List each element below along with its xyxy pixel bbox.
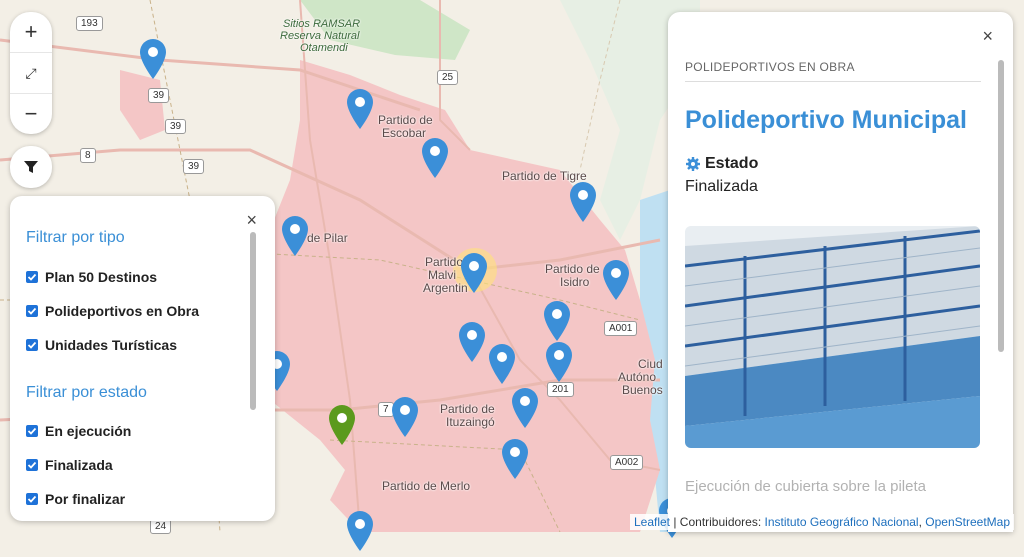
map-marker[interactable] — [345, 88, 375, 130]
filter-button[interactable] — [10, 146, 52, 188]
filter-option-label: En ejecución — [45, 423, 132, 439]
map-label-pilar: de Pilar — [307, 231, 348, 245]
filter-option-label: Finalizada — [45, 457, 113, 473]
map-marker[interactable] — [345, 510, 375, 552]
map-label-ciudad-2: Autóno — [618, 370, 657, 384]
map-marker[interactable] — [542, 300, 572, 342]
checkbox-checked-icon[interactable] — [26, 459, 38, 471]
map-label-escobar-1: Partido de — [378, 113, 433, 127]
map-label-isidro-1: Partido de — [545, 262, 600, 276]
info-panel-close-button[interactable]: × — [982, 26, 993, 47]
estado-label: Estado — [705, 155, 759, 172]
map-marker[interactable] — [390, 396, 420, 438]
checkbox-checked-icon[interactable] — [26, 271, 38, 283]
map-label-isidro-2: Isidro — [560, 275, 590, 289]
osm-link[interactable]: OpenStreetMap — [925, 515, 1010, 529]
attribution-sep: | Contribuidores: — [670, 515, 765, 529]
map-marker[interactable] — [280, 215, 310, 257]
map-label-sitios-ramsar: Sitios RAMSAR — [283, 18, 361, 30]
filter-option-plan-50[interactable]: Plan 50 Destinos — [26, 269, 157, 285]
map-marker[interactable] — [457, 321, 487, 363]
estado-value: Finalizada — [685, 178, 758, 195]
map-marker[interactable] — [568, 181, 598, 223]
checkbox-checked-icon[interactable] — [26, 339, 38, 351]
map-marker-green[interactable] — [327, 404, 357, 446]
map-label-otamendi: Otamendi — [300, 42, 348, 54]
checkbox-checked-icon[interactable] — [26, 425, 38, 437]
filter-option-unidades[interactable]: Unidades Turísticas — [26, 337, 177, 353]
map-marker[interactable] — [138, 38, 168, 80]
checkbox-checked-icon[interactable] — [26, 305, 38, 317]
info-panel-scrollbar[interactable] — [998, 60, 1004, 352]
route-shield: 39 — [183, 159, 205, 174]
estado-heading: Estado — [685, 155, 758, 173]
route-shield: A002 — [610, 455, 644, 470]
map-attribution: Leaflet | Contribuidores: Instituto Geog… — [629, 514, 1014, 530]
map-label-reserva: Reserva Natural — [280, 30, 360, 42]
polideportivo-photo — [685, 226, 980, 448]
info-description: Ejecución de cubierta sobre la pileta — [685, 478, 926, 495]
route-shield: 8 — [80, 148, 96, 163]
filter-panel: × Filtrar por tipo Plan 50 Destinos Poli… — [10, 196, 275, 521]
route-shield: 25 — [437, 70, 459, 85]
filter-tipo-heading: Filtrar por tipo — [26, 229, 125, 246]
route-shield: 193 — [76, 16, 103, 31]
filter-option-en-ejecucion[interactable]: En ejecución — [26, 423, 131, 439]
checkbox-checked-icon[interactable] — [26, 493, 38, 505]
info-category: POLIDEPORTIVOS EN OBRA — [685, 60, 855, 74]
map-marker[interactable] — [459, 252, 489, 294]
map-label-ciudad-3: Buenos — [622, 383, 663, 397]
info-title: Polideportivo Municipal — [685, 106, 967, 134]
filter-icon — [24, 161, 38, 173]
filter-option-finalizada[interactable]: Finalizada — [26, 457, 113, 473]
filter-panel-close-button[interactable]: × — [246, 210, 257, 231]
map-label-malvinas-1: Partido — [425, 255, 464, 269]
route-shield: 201 — [547, 382, 574, 397]
filter-estado-heading: Filtrar por estado — [26, 384, 147, 401]
filter-option-label: Polideportivos en Obra — [45, 303, 200, 319]
map-marker[interactable] — [601, 259, 631, 301]
filter-panel-scrollbar[interactable] — [250, 232, 256, 410]
map-label-malvinas-2: Malvi — [428, 268, 457, 282]
leaflet-link[interactable]: Leaflet — [634, 515, 670, 529]
zoom-in-button[interactable]: + — [10, 12, 52, 53]
gear-icon — [686, 157, 700, 171]
map-marker[interactable] — [420, 137, 450, 179]
map-marker[interactable] — [510, 387, 540, 429]
filter-option-polideportivos[interactable]: Polideportivos en Obra — [26, 303, 199, 319]
filter-option-label: Unidades Turísticas — [45, 337, 178, 353]
filter-option-label: Por finalizar — [45, 491, 126, 507]
map-marker[interactable] — [500, 438, 530, 480]
fullscreen-icon[interactable]: ⤢ — [10, 53, 52, 94]
route-shield: 39 — [148, 88, 170, 103]
map-marker[interactable] — [487, 343, 517, 385]
info-panel: × POLIDEPORTIVOS EN OBRA Polideportivo M… — [668, 12, 1013, 532]
zoom-control: + ⤢ − — [10, 12, 52, 134]
zoom-out-button[interactable]: − — [10, 94, 52, 134]
route-shield: 39 — [165, 119, 187, 134]
filter-option-por-finalizar[interactable]: Por finalizar — [26, 491, 125, 507]
map-label-ciudad-1: Ciud — [638, 357, 663, 371]
map-label-ituzaingo-2: Ituzaingó — [446, 415, 495, 429]
ign-link[interactable]: Instituto Geográfico Nacional — [765, 515, 919, 529]
map-marker[interactable] — [544, 341, 574, 383]
route-shield: A001 — [604, 321, 638, 336]
map-label-ituzaingo-1: Partido de — [440, 402, 495, 416]
filter-option-label: Plan 50 Destinos — [45, 269, 158, 285]
divider — [685, 81, 981, 82]
map-label-merlo: Partido de Merlo — [382, 479, 471, 493]
